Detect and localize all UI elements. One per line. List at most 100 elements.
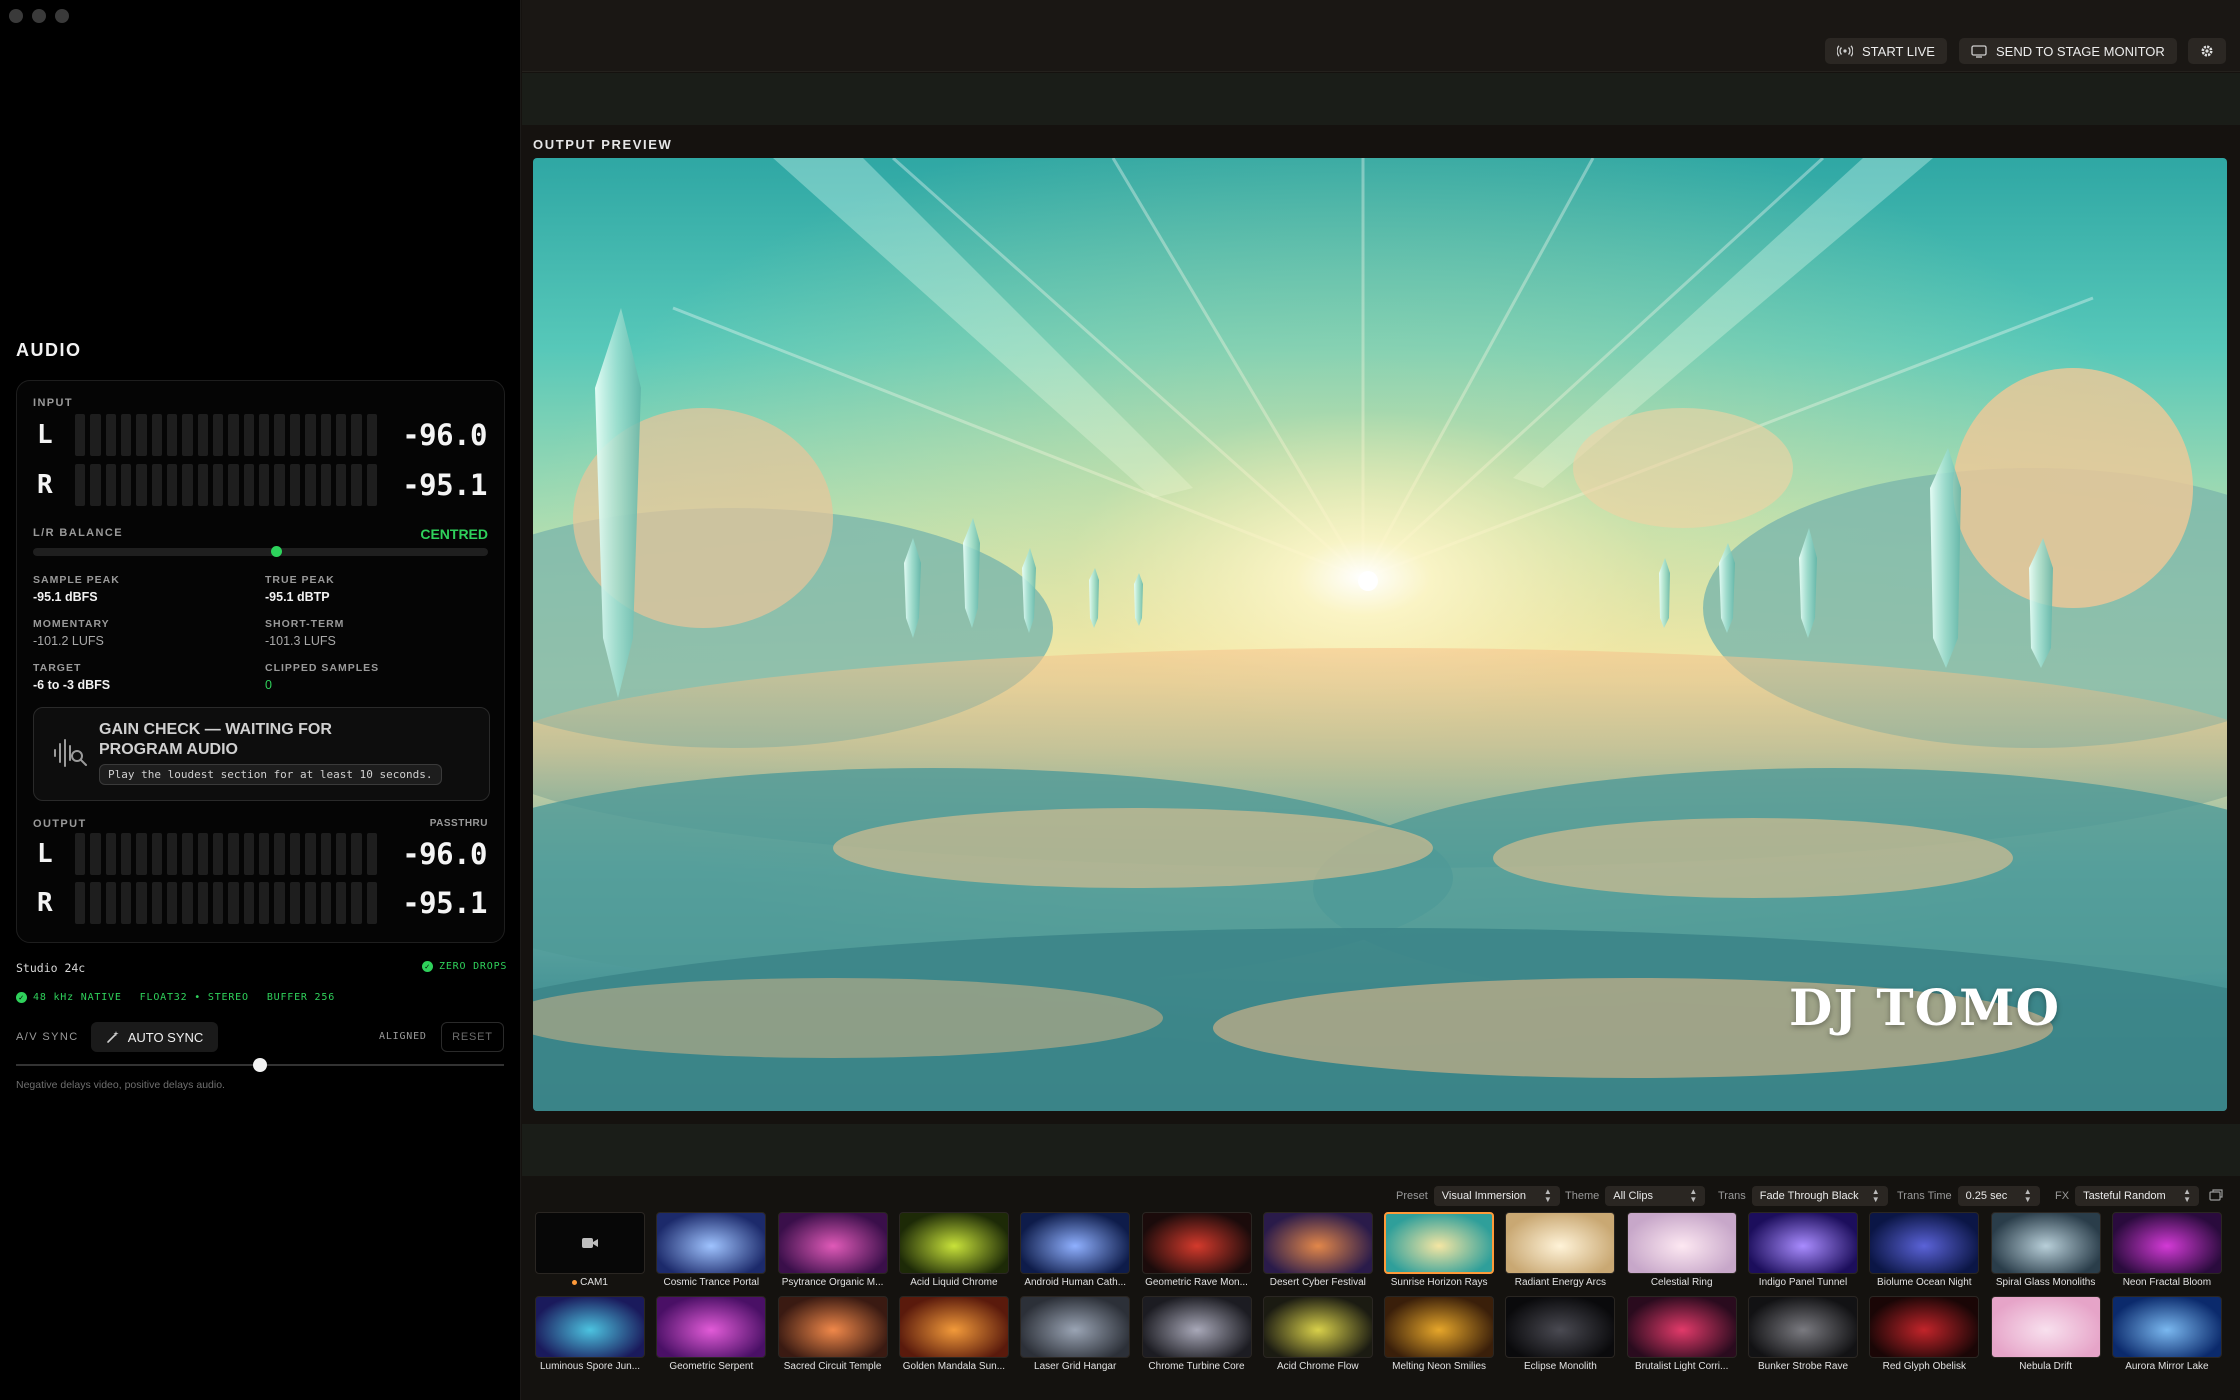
transition-time-select[interactable]: 0.25 sec ▲ ▼ bbox=[1957, 1186, 2040, 1206]
zoom-window-button[interactable] bbox=[55, 9, 69, 23]
meter-segment bbox=[167, 882, 178, 924]
clip-tile[interactable]: Bunker Strobe Rave bbox=[1748, 1296, 1858, 1374]
stat-value: -101.3 LUFS bbox=[265, 634, 336, 648]
meter-value: -95.1 bbox=[402, 468, 487, 502]
clip-tile[interactable]: Chrome Turbine Core bbox=[1141, 1296, 1252, 1374]
stat-value: -101.2 LUFS bbox=[33, 634, 104, 648]
clip-tile[interactable]: Celestial Ring bbox=[1626, 1212, 1737, 1290]
meter-segment bbox=[121, 882, 132, 924]
stat-label: MOMENTARY bbox=[33, 618, 110, 630]
collapse-browser-button[interactable] bbox=[2209, 1188, 2223, 1206]
clip-tile[interactable]: Sacred Circuit Temple bbox=[777, 1296, 888, 1374]
meter-segment bbox=[259, 464, 270, 506]
clip-name: Sunrise Horizon Rays bbox=[1390, 1277, 1488, 1288]
clip-thumbnail bbox=[898, 1296, 1009, 1358]
clip-tile[interactable]: Sunrise Horizon Rays bbox=[1384, 1212, 1495, 1290]
reset-sync-button[interactable]: RESET bbox=[441, 1022, 504, 1052]
check-icon: ✓ bbox=[422, 961, 433, 972]
clip-tile[interactable]: Red Glyph Obelisk bbox=[1869, 1296, 1980, 1374]
clip-tile[interactable]: Acid Chrome Flow bbox=[1262, 1296, 1373, 1374]
broadcast-icon bbox=[1837, 45, 1853, 57]
balance-slider-knob[interactable] bbox=[271, 546, 282, 557]
clip-tile[interactable]: Psytrance Organic M... bbox=[777, 1212, 888, 1290]
av-sync-label: A/V SYNC bbox=[16, 1031, 79, 1043]
level-meter-bars bbox=[75, 414, 377, 456]
meter-segment bbox=[105, 833, 117, 875]
clip-name: Luminous Spore Jun... bbox=[539, 1361, 641, 1372]
preset-select[interactable]: Visual Immersion ▲ ▼ bbox=[1433, 1186, 1560, 1206]
clip-name: Psytrance Organic M... bbox=[781, 1277, 884, 1288]
clip-tile[interactable]: Brutalist Light Corri... bbox=[1626, 1296, 1737, 1374]
clip-thumbnail bbox=[656, 1296, 767, 1358]
clip-thumbnail bbox=[777, 1296, 888, 1358]
clip-thumbnail bbox=[1384, 1296, 1495, 1358]
audio-device-name: Studio 24c bbox=[16, 961, 86, 975]
preset-label: Preset bbox=[1396, 1190, 1428, 1202]
fx-select[interactable]: Tasteful Random ▲ ▼ bbox=[2075, 1186, 2200, 1206]
start-live-button[interactable]: START LIVE bbox=[1825, 38, 1947, 64]
stat-value: -6 to -3 dBFS bbox=[33, 678, 111, 692]
clip-tile[interactable]: Nebula Drift bbox=[1990, 1296, 2101, 1374]
meter-segment bbox=[213, 833, 224, 875]
transition-time-control: Trans Time 0.25 sec ▲ ▼ bbox=[1897, 1186, 2040, 1206]
monitor-icon bbox=[1971, 44, 1987, 58]
clip-tile[interactable]: Melting Neon Smilies bbox=[1384, 1296, 1495, 1374]
clip-tile[interactable]: Golden Mandala Sun... bbox=[898, 1296, 1009, 1374]
fx-label: FX bbox=[2055, 1190, 2070, 1202]
clip-tile[interactable]: Laser Grid Hangar bbox=[1020, 1296, 1131, 1374]
auto-sync-button[interactable]: AUTO SYNC bbox=[91, 1022, 218, 1052]
clip-thumbnail bbox=[1262, 1296, 1373, 1358]
clip-tile[interactable]: Geometric Serpent bbox=[656, 1296, 767, 1374]
gain-check-panel: GAIN CHECK — WAITING FOR PROGRAM AUDIO P… bbox=[33, 707, 490, 801]
clip-tile[interactable]: Android Human Cath... bbox=[1020, 1212, 1131, 1290]
meter-segment bbox=[197, 882, 209, 924]
av-sync-hint: Negative delays video, positive delays a… bbox=[16, 1079, 225, 1091]
meter-segment bbox=[259, 833, 270, 875]
clip-tile[interactable]: Spiral Glass Monoliths bbox=[1990, 1212, 2101, 1290]
meter-segment bbox=[213, 882, 224, 924]
clip-tile[interactable]: Eclipse Monolith bbox=[1505, 1296, 1616, 1374]
clip-thumbnail bbox=[2111, 1212, 2222, 1274]
window-controls bbox=[9, 9, 69, 23]
clip-tile[interactable]: Desert Cyber Festival bbox=[1262, 1212, 1373, 1290]
clip-tile[interactable]: Luminous Spore Jun... bbox=[535, 1296, 645, 1374]
app-window: AUDIO INPUT L -96.0 R -95.1 L/R BALANCE … bbox=[0, 0, 2240, 1400]
clip-name: Geometric Rave Mon... bbox=[1145, 1277, 1248, 1288]
meter-segment bbox=[351, 882, 362, 924]
av-sync-slider-knob[interactable] bbox=[253, 1058, 267, 1072]
level-meter-bars bbox=[75, 833, 377, 875]
meter-segment bbox=[75, 882, 86, 924]
clip-tile[interactable]: Cosmic Trance Portal bbox=[656, 1212, 767, 1290]
meter-segment bbox=[243, 464, 255, 506]
transition-label: Trans bbox=[1718, 1190, 1746, 1202]
true-peak-stat: TRUE PEAK -95.1 dBTP bbox=[265, 574, 485, 604]
theme-select[interactable]: All Clips ▲ ▼ bbox=[1605, 1186, 1706, 1206]
clip-tile[interactable]: Geometric Rave Mon... bbox=[1141, 1212, 1252, 1290]
clip-name: Radiant Energy Arcs bbox=[1514, 1277, 1606, 1288]
gear-icon bbox=[2201, 45, 2213, 57]
balance-slider[interactable] bbox=[33, 546, 488, 557]
clip-name: Android Human Cath... bbox=[1024, 1277, 1127, 1288]
camera-source-tile[interactable]: CAM1 bbox=[535, 1212, 645, 1290]
output-meter-left: L -96.0 bbox=[37, 832, 488, 876]
clip-tile[interactable]: Radiant Energy Arcs bbox=[1505, 1212, 1616, 1290]
clip-tile[interactable]: Aurora Mirror Lake bbox=[2111, 1296, 2222, 1374]
clip-tile[interactable]: Acid Liquid Chrome bbox=[898, 1212, 1009, 1290]
send-to-stage-monitor-button[interactable]: SEND TO STAGE MONITOR bbox=[1959, 38, 2177, 64]
audio-format-info: ✓ 48 kHz NATIVE FLOAT32 • STEREO BUFFER … bbox=[16, 992, 335, 1003]
clip-tile[interactable]: Neon Fractal Bloom bbox=[2111, 1212, 2222, 1290]
close-window-button[interactable] bbox=[9, 9, 23, 23]
meter-segment bbox=[167, 414, 178, 456]
clip-name: Brutalist Light Corri... bbox=[1635, 1361, 1729, 1372]
clip-tile[interactable]: Indigo Panel Tunnel bbox=[1748, 1212, 1858, 1290]
meter-segment bbox=[305, 464, 316, 506]
video-camera-icon bbox=[582, 1238, 598, 1248]
waveform-search-icon bbox=[54, 739, 87, 767]
transition-select[interactable]: Fade Through Black ▲ ▼ bbox=[1751, 1186, 1888, 1206]
clip-name: Acid Liquid Chrome bbox=[910, 1277, 998, 1288]
clip-tile[interactable]: Biolume Ocean Night bbox=[1869, 1212, 1980, 1290]
clip-thumbnail bbox=[1384, 1212, 1495, 1274]
minimize-window-button[interactable] bbox=[32, 9, 46, 23]
check-icon: ✓ bbox=[16, 992, 27, 1003]
settings-button[interactable] bbox=[2188, 38, 2226, 64]
